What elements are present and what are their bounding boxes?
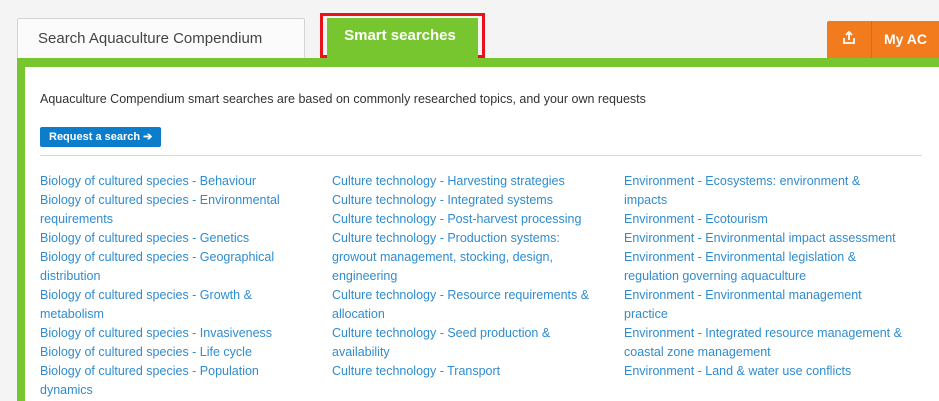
smart-search-link[interactable]: Biology of cultured species - Population… [40, 362, 315, 400]
smart-search-link[interactable]: Environment - Environmental legislation … [624, 248, 904, 286]
intro-text: Aquaculture Compendium smart searches ar… [40, 92, 646, 106]
smart-search-link[interactable]: Environment - Environmental impact asses… [624, 229, 904, 248]
request-search-button[interactable]: Request a search ➔ [40, 127, 162, 147]
smart-search-link[interactable]: Culture technology - Seed production & a… [332, 324, 607, 362]
smart-search-link[interactable]: Biology of cultured species - Environmen… [40, 191, 315, 229]
tab-smart-searches[interactable]: Smart searches [327, 18, 478, 58]
my-ac-button[interactable]: My AC [872, 21, 939, 58]
smart-search-link[interactable]: Culture technology - Production systems:… [332, 229, 607, 286]
smart-search-link[interactable]: Culture technology - Transport [332, 362, 607, 381]
smart-search-link[interactable]: Environment - Ecosystems: environment & … [624, 172, 904, 210]
content-frame: Aquaculture Compendium smart searches ar… [17, 58, 939, 401]
smart-search-link[interactable]: Culture technology - Post-harvest proces… [332, 210, 607, 229]
smart-search-link[interactable]: Biology of cultured species - Invasivene… [40, 324, 315, 343]
topic-column-culture-technology: Culture technology - Harvesting strategi… [332, 172, 607, 381]
smart-search-link[interactable]: Biology of cultured species - Life cycle [40, 343, 315, 362]
smart-search-link[interactable]: Biology of cultured species - Genetics [40, 229, 315, 248]
tab-bar: Search Aquaculture Compendium Smart sear… [0, 0, 939, 58]
topic-column-environment: Environment - Ecosystems: environment & … [624, 172, 904, 381]
smart-search-link[interactable]: Biology of cultured species - Geographic… [40, 248, 315, 286]
smart-search-link[interactable]: Biology of cultured species - Behaviour [40, 172, 315, 191]
topic-column-biology: Biology of cultured species - Behaviour B… [40, 172, 315, 400]
smart-search-link[interactable]: Environment - Environmental management p… [624, 286, 904, 324]
share-button[interactable] [827, 21, 871, 58]
smart-search-link[interactable]: Environment - Ecotourism [624, 210, 904, 229]
smart-searches-panel: Aquaculture Compendium smart searches ar… [25, 67, 939, 401]
smart-search-link[interactable]: Culture technology - Harvesting strategi… [332, 172, 607, 191]
smart-search-link[interactable]: Culture technology - Integrated systems [332, 191, 607, 210]
smart-search-link[interactable]: Environment - Integrated resource manage… [624, 324, 904, 362]
divider [40, 155, 922, 156]
share-icon [843, 31, 855, 44]
smart-search-link[interactable]: Environment - Land & water use conflicts [624, 362, 904, 381]
smart-search-link[interactable]: Culture technology - Resource requiremen… [332, 286, 607, 324]
header-actions: My AC [827, 21, 939, 58]
smart-search-link[interactable]: Biology of cultured species - Growth & m… [40, 286, 315, 324]
tab-search-aquaculture-compendium[interactable]: Search Aquaculture Compendium [17, 18, 305, 58]
